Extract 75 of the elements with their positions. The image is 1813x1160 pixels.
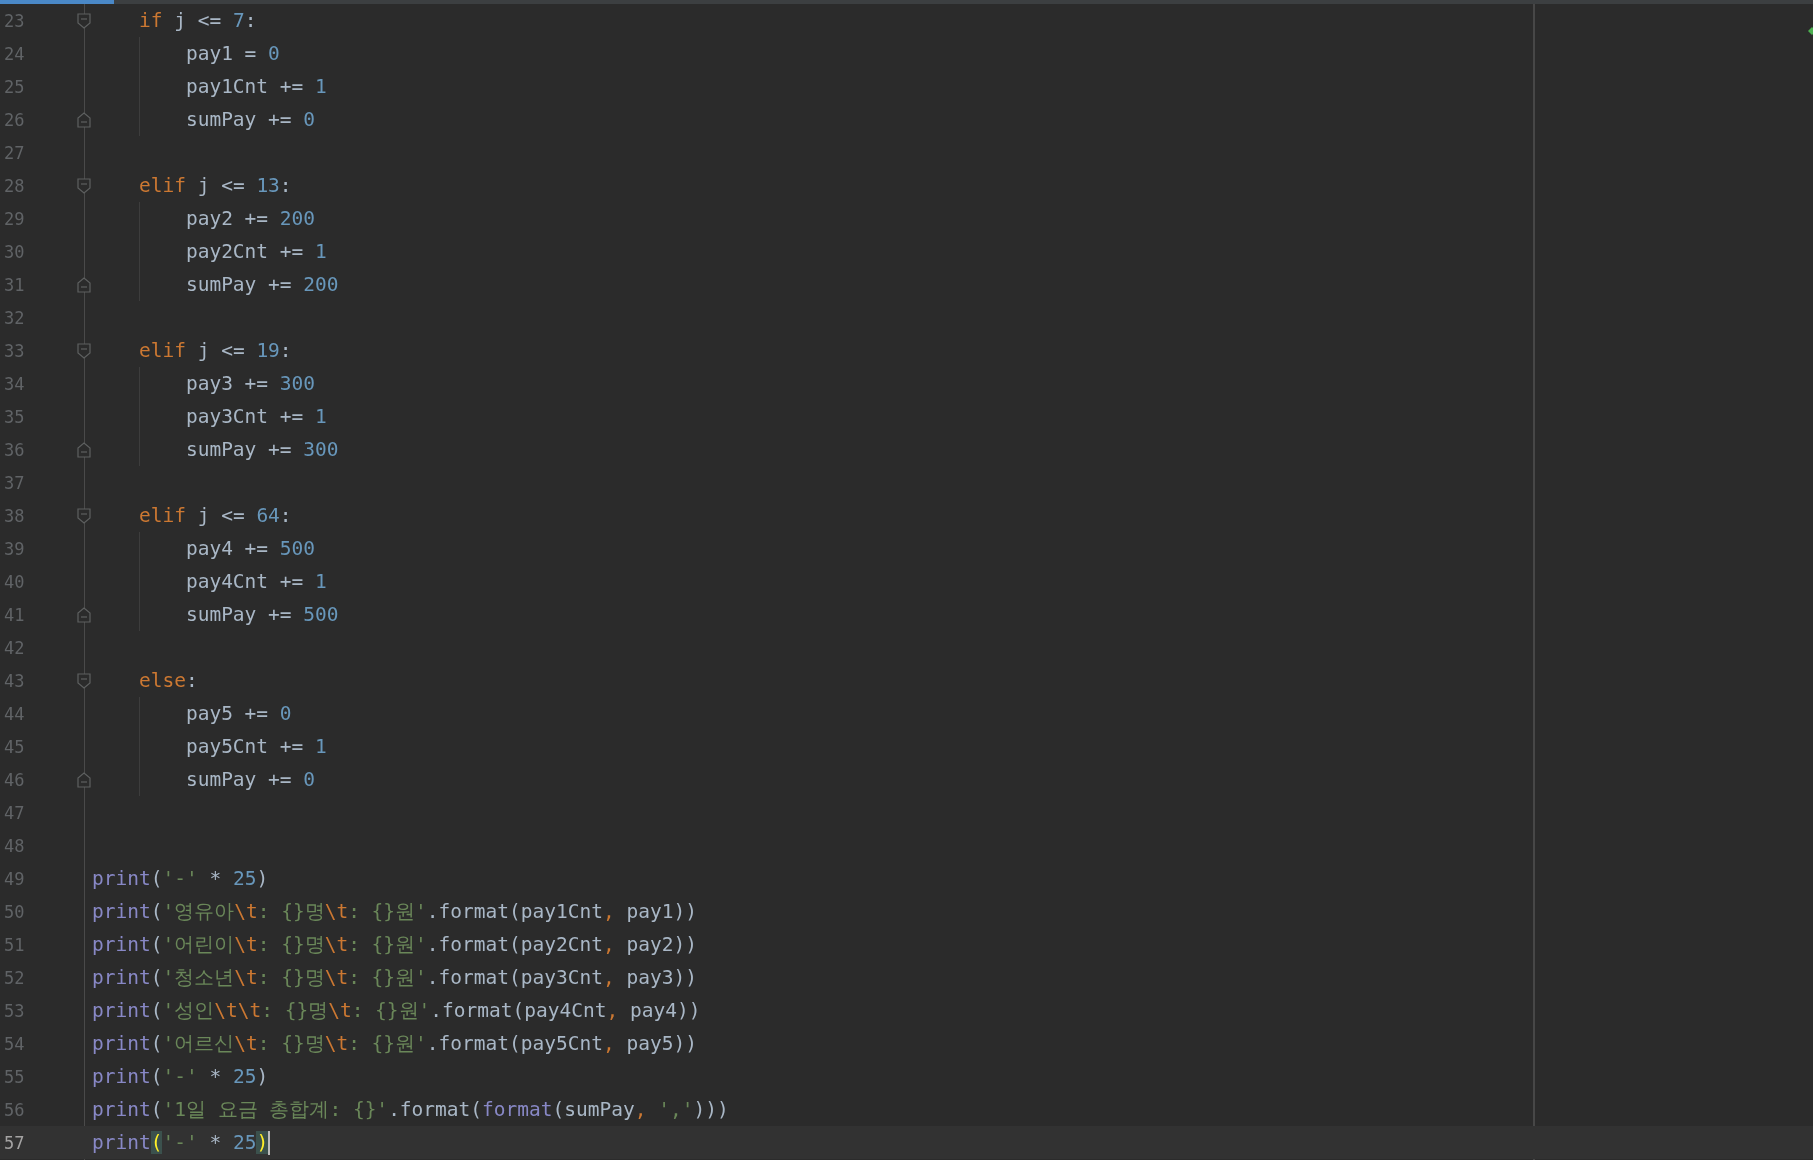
- code-line: sumPay += 500: [185, 603, 339, 626]
- code-line: if j <= 7:: [138, 9, 257, 32]
- line-number: 46: [3, 769, 26, 790]
- code-line: pay1Cnt += 1: [185, 75, 327, 98]
- fold-marker-icon[interactable]: [77, 342, 91, 359]
- line-number: 32: [3, 307, 26, 328]
- line-number: 28: [3, 175, 26, 196]
- code-line: print('1일 요금 총합계: {}'.format(format(sumPay, ','))): [92, 1097, 729, 1123]
- code-line: pay5Cnt += 1: [185, 735, 327, 758]
- code-line: sumPay += 200: [185, 273, 339, 296]
- line-number: 25: [3, 76, 26, 97]
- code-line: sumPay += 0: [185, 768, 316, 791]
- line-number: 53: [3, 1000, 26, 1021]
- code-line: print('어린이\t: {}명\t: {}원'.format(pay2Cnt, pay2)): [92, 932, 697, 958]
- code-line: print('-' * 25): [92, 1065, 269, 1088]
- code-line: print('영유아\t: {}명\t: {}원'.format(pay1Cnt, pay1)): [92, 899, 697, 925]
- fold-marker-icon[interactable]: [77, 441, 91, 458]
- fold-marker-icon[interactable]: [77, 276, 91, 293]
- code-line: pay5 += 0: [185, 702, 292, 725]
- line-number: 44: [3, 703, 26, 724]
- line-number: 51: [3, 934, 26, 955]
- code-line: pay2 += 200: [185, 207, 316, 230]
- line-number: 34: [3, 373, 26, 394]
- line-number: 26: [3, 109, 26, 130]
- code-line: print('어르신\t: {}명\t: {}원'.format(pay5Cnt, pay5)): [92, 1031, 697, 1057]
- line-number: 35: [3, 406, 26, 427]
- code-line: print('-' * 25): [92, 867, 269, 890]
- line-number: 39: [3, 538, 26, 559]
- line-number: 29: [3, 208, 26, 229]
- line-number: 41: [3, 604, 26, 625]
- line-number: 48: [3, 835, 26, 856]
- fold-marker-icon[interactable]: [77, 507, 91, 524]
- code-line: pay1 = 0: [185, 42, 280, 65]
- line-number: 31: [3, 274, 26, 295]
- fold-marker-icon[interactable]: [77, 606, 91, 623]
- code-line: pay4Cnt += 1: [185, 570, 327, 593]
- line-number: 23: [3, 10, 26, 31]
- fold-marker-icon[interactable]: [77, 771, 91, 788]
- code-line: elif j <= 64:: [138, 504, 292, 527]
- line-number: 43: [3, 670, 26, 691]
- code-line: print('청소년\t: {}명\t: {}원'.format(pay3Cnt, pay3)): [92, 965, 697, 991]
- line-number: 27: [3, 142, 26, 163]
- line-number: 45: [3, 736, 26, 757]
- line-number: 56: [3, 1099, 26, 1120]
- line-number: 37: [3, 472, 26, 493]
- line-number: 36: [3, 439, 26, 460]
- line-number: 52: [3, 967, 26, 988]
- code-line: else:: [138, 669, 198, 692]
- line-number: 33: [3, 340, 26, 361]
- code-line: print('성인\t\t: {}명\t: {}원'.format(pay4Cnt, pay4)): [92, 998, 701, 1024]
- code-line: pay4 += 500: [185, 537, 316, 560]
- line-number: 24: [3, 43, 26, 64]
- line-number: 50: [3, 901, 26, 922]
- code-line: sumPay += 300: [185, 438, 339, 461]
- fold-marker-icon[interactable]: [77, 177, 91, 194]
- code-line: print('-' * 25): [92, 1131, 269, 1154]
- line-number: 55: [3, 1066, 26, 1087]
- line-number: 42: [3, 637, 26, 658]
- fold-marker-icon[interactable]: [77, 672, 91, 689]
- code-line: elif j <= 13:: [138, 174, 292, 197]
- line-number: 30: [3, 241, 26, 262]
- code-line: pay3Cnt += 1: [185, 405, 327, 428]
- line-number: 49: [3, 868, 26, 889]
- fold-marker-icon[interactable]: [77, 111, 91, 128]
- text-cursor: [268, 1130, 271, 1155]
- line-number: 38: [3, 505, 26, 526]
- line-number: 57: [3, 1132, 26, 1153]
- fold-marker-icon[interactable]: [77, 12, 91, 29]
- code-line: pay3 += 300: [185, 372, 316, 395]
- line-number: 54: [3, 1033, 26, 1054]
- code-line: sumPay += 0: [185, 108, 316, 131]
- code-line: pay2Cnt += 1: [185, 240, 327, 263]
- code-line: elif j <= 19:: [138, 339, 292, 362]
- line-number: 47: [3, 802, 26, 823]
- line-number: 40: [3, 571, 26, 592]
